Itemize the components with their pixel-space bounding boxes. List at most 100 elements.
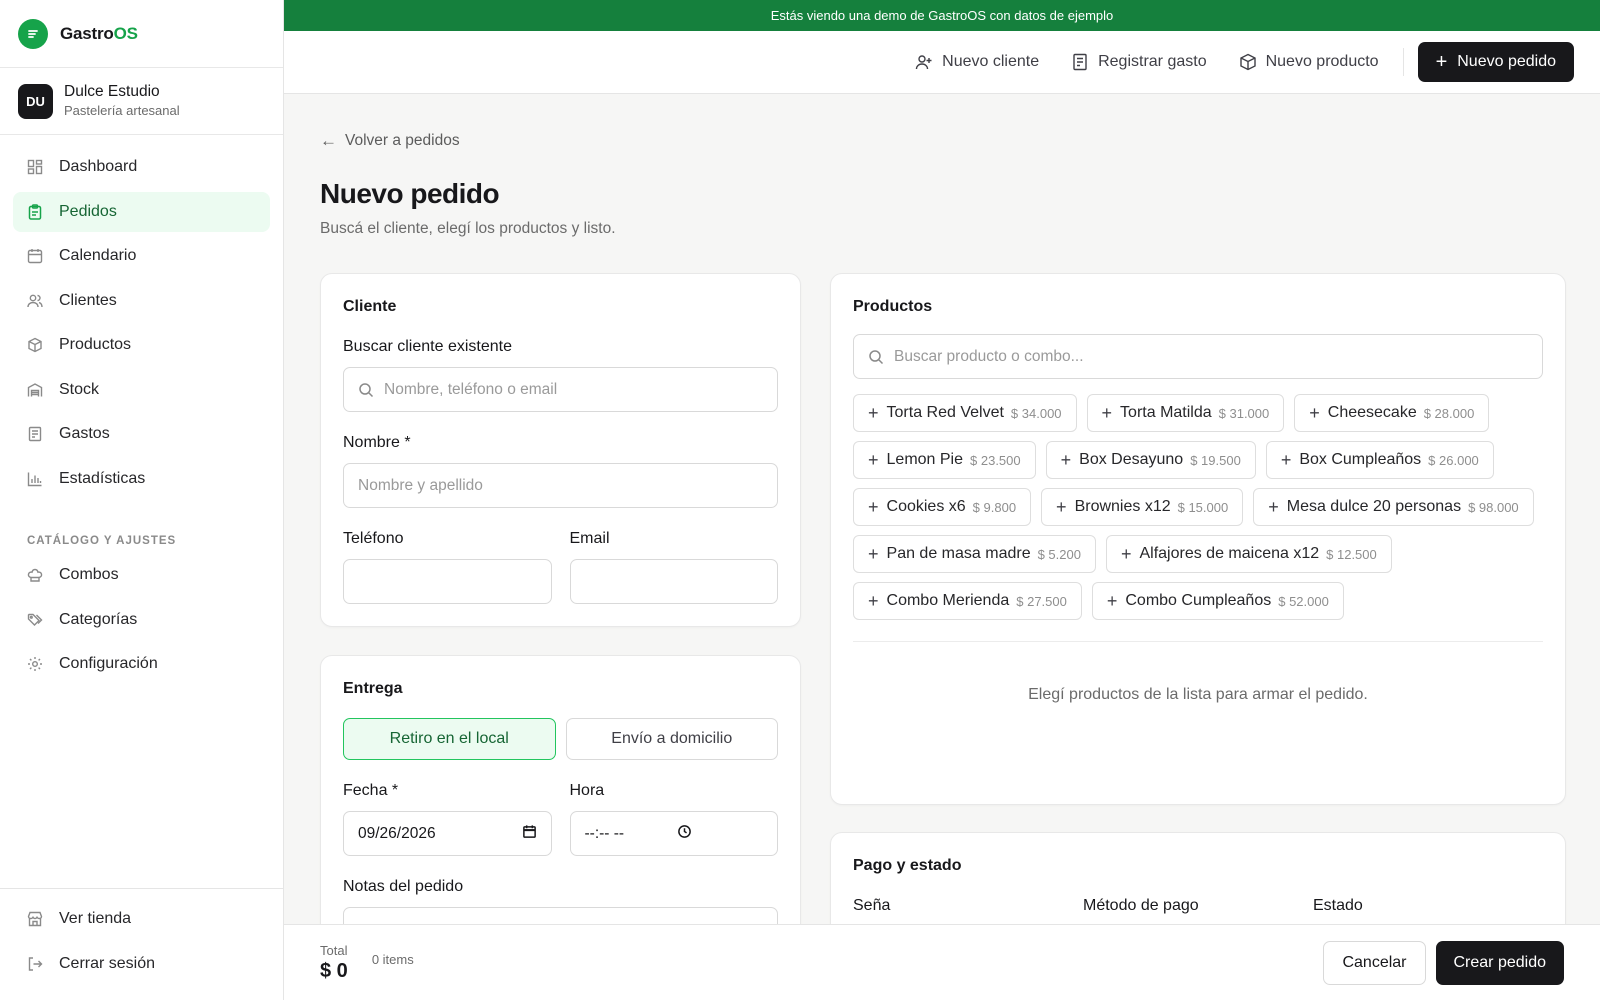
product-name: Box Desayuno bbox=[1079, 451, 1184, 468]
client-search-input[interactable] bbox=[343, 367, 778, 412]
clipboard-icon bbox=[27, 203, 43, 220]
new-client-label: Nuevo cliente bbox=[942, 53, 1040, 70]
product-chip[interactable]: + Lemon Pie $ 23.500 bbox=[853, 441, 1036, 479]
product-price: $ 26.000 bbox=[1428, 452, 1479, 468]
create-order-button[interactable]: Crear pedido bbox=[1435, 940, 1564, 985]
product-price: $ 28.000 bbox=[1423, 405, 1475, 421]
plus-icon: + bbox=[1106, 591, 1118, 611]
user-plus-icon bbox=[915, 53, 933, 71]
product-chip[interactable]: + Combo Cumpleaños $ 52.000 bbox=[1091, 582, 1344, 620]
date-input[interactable]: 09/26/2026 bbox=[343, 811, 552, 856]
name-input[interactable] bbox=[343, 463, 778, 508]
box-icon bbox=[27, 337, 43, 353]
sidebar-item-label: Categorías bbox=[59, 610, 138, 628]
new-order-label: Nuevo pedido bbox=[1457, 53, 1556, 70]
sidebar-item-estadisticas[interactable]: Estadísticas bbox=[13, 459, 270, 499]
status-label: Estado bbox=[1313, 897, 1363, 914]
plus-icon: + bbox=[1056, 497, 1067, 517]
product-name: Combo Merienda bbox=[886, 592, 1010, 609]
calendar-icon[interactable] bbox=[522, 824, 537, 844]
product-search-field[interactable] bbox=[894, 347, 1528, 366]
sidebar-item-label: Configuración bbox=[59, 655, 158, 672]
delivery-type-toggle: Retiro en el local Envío a domicilio bbox=[343, 718, 778, 760]
total-label: Total bbox=[320, 942, 348, 958]
product-chip[interactable]: + Pan de masa madre $ 5.200 bbox=[853, 535, 1096, 573]
plus-icon: + bbox=[1280, 450, 1292, 470]
product-price: $ 27.500 bbox=[1016, 593, 1067, 609]
logout-icon bbox=[27, 956, 43, 972]
product-chip[interactable]: + Brownies x12 $ 15.000 bbox=[1041, 488, 1244, 526]
register-expense-button[interactable]: Registrar gasto bbox=[1071, 53, 1207, 71]
product-chip[interactable]: + Cookies x6 $ 9.800 bbox=[853, 488, 1032, 526]
phone-field[interactable] bbox=[358, 572, 537, 591]
plus-icon: + bbox=[868, 591, 879, 611]
client-card: Cliente Buscar cliente existente Nombre … bbox=[320, 273, 801, 627]
card-title: Entrega bbox=[343, 680, 403, 697]
sidebar-item-configuracion[interactable]: Configuración bbox=[13, 644, 270, 684]
sidebar-item-cerrar-sesion[interactable]: Cerrar sesión bbox=[13, 944, 270, 984]
search-icon bbox=[358, 382, 374, 398]
product-chip[interactable]: + Combo Merienda $ 27.500 bbox=[853, 582, 1082, 620]
sidebar-item-productos[interactable]: Productos bbox=[13, 325, 270, 365]
product-name: Cookies x6 bbox=[886, 498, 966, 515]
product-name: Mesa dulce 20 personas bbox=[1286, 498, 1462, 515]
sidebar-item-label: Gastos bbox=[59, 425, 110, 442]
sidebar: GastroOS DU Dulce Estudio Pastelería art… bbox=[0, 0, 284, 1000]
new-product-button[interactable]: Nuevo producto bbox=[1239, 53, 1379, 71]
plus-icon: + bbox=[868, 450, 879, 470]
order-summary-bar: Total $ 0 0 items Cancelar Crear pedido bbox=[284, 924, 1600, 1000]
product-search-input[interactable] bbox=[853, 334, 1543, 379]
sidebar-item-combos[interactable]: Combos bbox=[13, 555, 270, 595]
sidebar-item-clientes[interactable]: Clientes bbox=[13, 281, 270, 321]
back-link[interactable]: ← Volver a pedidos bbox=[320, 130, 1564, 152]
plus-icon: + bbox=[1268, 497, 1279, 517]
product-name: Combo Cumpleaños bbox=[1125, 592, 1272, 609]
calendar-icon bbox=[27, 248, 43, 264]
new-client-button[interactable]: Nuevo cliente bbox=[915, 53, 1039, 71]
clock-icon[interactable] bbox=[677, 824, 692, 844]
business-switcher[interactable]: DU Dulce Estudio Pastelería artesanal bbox=[0, 68, 283, 135]
home-delivery-option[interactable]: Envío a domicilio bbox=[565, 718, 778, 760]
divider bbox=[853, 641, 1543, 642]
sidebar-item-calendario[interactable]: Calendario bbox=[13, 236, 270, 276]
name-label: Nombre * bbox=[343, 434, 411, 451]
product-chip[interactable]: + Mesa dulce 20 personas $ 98.000 bbox=[1253, 488, 1534, 526]
sidebar-item-label: Clientes bbox=[59, 291, 117, 309]
product-chip[interactable]: + Box Desayuno $ 19.500 bbox=[1045, 441, 1256, 479]
email-input[interactable] bbox=[569, 559, 778, 604]
product-chip[interactable]: + Torta Matilda $ 31.000 bbox=[1086, 394, 1285, 432]
cancel-button[interactable]: Cancelar bbox=[1323, 940, 1426, 985]
brand[interactable]: GastroOS bbox=[0, 0, 283, 68]
pickup-option[interactable]: Retiro en el local bbox=[343, 718, 556, 760]
sidebar-item-ver-tienda[interactable]: Ver tienda bbox=[13, 899, 270, 939]
plus-icon: + bbox=[868, 403, 879, 423]
time-input[interactable]: --:-- -- bbox=[569, 811, 778, 856]
payment-method-label: Método de pago bbox=[1083, 897, 1199, 914]
product-price: $ 34.000 bbox=[1010, 405, 1062, 421]
arrow-left-icon: ← bbox=[320, 131, 337, 150]
product-chip[interactable]: + Alfajores de maicena x12 $ 12.500 bbox=[1105, 535, 1392, 573]
name-field[interactable] bbox=[358, 476, 763, 495]
sidebar-item-categorias[interactable]: Categorías bbox=[13, 600, 270, 640]
email-field[interactable] bbox=[584, 572, 763, 591]
new-order-button[interactable]: + Nuevo pedido bbox=[1417, 42, 1574, 82]
sidebar-item-dashboard[interactable]: Dashboard bbox=[13, 147, 270, 187]
client-search-field[interactable] bbox=[384, 380, 763, 399]
notes-label: Notas del pedido bbox=[343, 878, 464, 895]
product-chip[interactable]: + Box Cumpleaños $ 26.000 bbox=[1265, 441, 1494, 479]
product-chip[interactable]: + Cheesecake $ 28.000 bbox=[1294, 394, 1490, 432]
sidebar-item-gastos[interactable]: Gastos bbox=[13, 414, 270, 454]
product-price: $ 9.800 bbox=[972, 499, 1017, 515]
search-client-label: Buscar cliente existente bbox=[343, 338, 512, 355]
product-name: Torta Red Velvet bbox=[886, 404, 1004, 421]
sidebar-item-label: Stock bbox=[59, 380, 100, 398]
plus-icon: + bbox=[1060, 450, 1072, 470]
plus-icon: + bbox=[868, 497, 879, 517]
sidebar-item-pedidos[interactable]: Pedidos bbox=[13, 191, 270, 232]
plus-icon: + bbox=[1309, 403, 1320, 423]
phone-input[interactable] bbox=[343, 559, 552, 604]
sidebar-item-stock[interactable]: Stock bbox=[13, 370, 270, 410]
product-chip[interactable]: + Torta Red Velvet $ 34.000 bbox=[853, 394, 1077, 432]
items-count: 0 items bbox=[371, 952, 414, 967]
page-content: ← Volver a pedidos Nuevo pedido Buscá el… bbox=[284, 130, 1600, 238]
